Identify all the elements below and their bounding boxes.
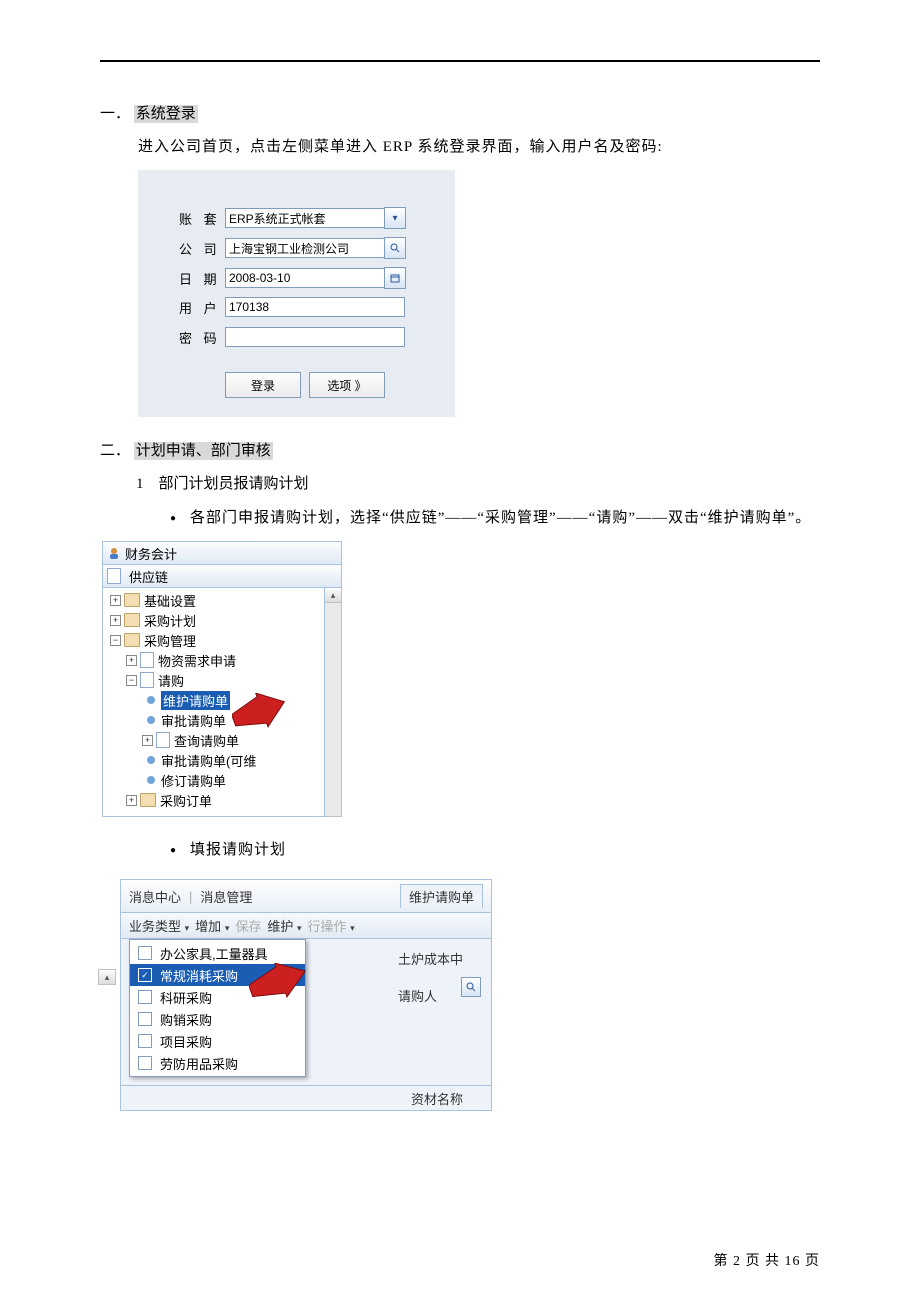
user-input[interactable] (225, 297, 405, 317)
label-date: 日 期 (179, 269, 225, 288)
person-icon (107, 546, 121, 560)
dd-item-regular[interactable]: ✓常规消耗采购 (130, 964, 305, 986)
dot-icon (147, 756, 155, 764)
tab-bar: 消息中心 | 消息管理 维护请购单 (120, 879, 492, 913)
checkbox-icon[interactable] (138, 990, 152, 1004)
label-user: 用 户 (179, 298, 225, 317)
bullet-1-text: 各部门申报请购计划，选择“供应链”——“采购管理”——“请购”——双击“维护请购… (190, 503, 820, 533)
password-input[interactable] (225, 327, 405, 347)
bullet-2-text: 填报请购计划 (190, 835, 820, 865)
toolbar-save: 保存 (235, 916, 261, 935)
tab-msg-mgmt[interactable]: 消息管理 (200, 887, 252, 906)
page-icon (140, 672, 154, 688)
checkbox-icon[interactable] (138, 1012, 152, 1026)
tree-node-revise-req[interactable]: 修订请购单 (103, 770, 324, 790)
biztype-dropdown-menu: 办公家具,工量器具 ✓常规消耗采购 科研采购 购销采购 项目采购 劳防用品采购 (129, 939, 306, 1077)
login-panel: 账 套 ▾ 公 司 日 期 用 户 密 码 登录 选项 (138, 170, 455, 417)
tree-node-purchase-mgmt[interactable]: − 采购管理 (103, 630, 324, 650)
collapse-icon[interactable]: − (110, 635, 121, 646)
search-icon[interactable] (384, 237, 406, 259)
tab-maintain-req[interactable]: 维护请购单 (400, 884, 483, 908)
folder-icon (124, 613, 140, 627)
nav-tree-panel: 财务会计 供应链 + 基础设置 + 采购计划 − (102, 541, 342, 817)
field-label-cost: 土炉成本中 (398, 949, 463, 968)
login-button[interactable]: 登录 (225, 372, 301, 398)
field-label-material: 资材名称 (411, 1089, 463, 1108)
footer-bar: 资材名称 (120, 1086, 492, 1111)
toolbar-rowop: 行操作 ▾ (308, 916, 355, 935)
tree-node-requisition[interactable]: − 请购 (103, 670, 324, 690)
tree-node-purchase-order[interactable]: + 采购订单 (103, 790, 324, 810)
label-password: 密 码 (179, 328, 225, 347)
checkbox-icon[interactable] (138, 946, 152, 960)
expand-icon[interactable]: + (110, 595, 121, 606)
section-2-title: 二． 计划申请、部门审核 (100, 439, 820, 460)
toolbar: 业务类型 ▾ 增加 ▾ 保存 维护 ▾ 行操作 ▾ (120, 913, 492, 939)
label-company: 公 司 (179, 239, 225, 258)
collapse-icon[interactable]: − (126, 675, 137, 686)
dot-icon (147, 716, 155, 724)
dd-item-project[interactable]: 项目采购 (130, 1030, 305, 1052)
options-button[interactable]: 选项 》 (309, 372, 385, 398)
tree-node-base[interactable]: + 基础设置 (103, 590, 324, 610)
account-select[interactable] (225, 208, 385, 228)
page-icon (156, 732, 170, 748)
scroll-up-icon[interactable]: ▴ (98, 969, 116, 985)
chevron-down-icon[interactable]: ▾ (384, 207, 406, 229)
search-icon[interactable] (461, 977, 481, 997)
dd-item-research[interactable]: 科研采购 (130, 986, 305, 1008)
toolbar-maintain[interactable]: 维护 ▾ (267, 916, 301, 935)
expand-icon[interactable]: + (126, 655, 137, 666)
tree-header-finance[interactable]: 财务会计 (102, 541, 342, 565)
company-input[interactable] (225, 238, 385, 258)
scroll-up-icon[interactable]: ▴ (325, 588, 341, 603)
dd-item-sale[interactable]: 购销采购 (130, 1008, 305, 1030)
section-1-paragraph: 进入公司首页，点击左侧菜单进入 ERP 系统登录界面，输入用户名及密码: (138, 135, 820, 156)
checkbox-icon[interactable] (138, 1056, 152, 1070)
page-icon (140, 652, 154, 668)
section-2-sub: 1 部门计划员报请购计划 (136, 472, 820, 493)
dot-icon (147, 696, 155, 704)
toolbar-biztype[interactable]: 业务类型 ▾ (129, 916, 189, 935)
folder-icon (124, 633, 140, 647)
scrollbar[interactable]: ▴ (325, 588, 342, 817)
folder-icon (140, 793, 156, 807)
dd-item-office[interactable]: 办公家具,工量器具 (130, 942, 305, 964)
checkbox-icon[interactable] (138, 1034, 152, 1048)
tree-node-material-req[interactable]: + 物资需求申请 (103, 650, 324, 670)
dropdown-panel: ▴ 消息中心 | 消息管理 维护请购单 业务类型 ▾ 增加 ▾ 保存 维护 ▾ … (102, 879, 492, 1111)
label-account: 账 套 (179, 209, 225, 228)
bullet-icon: ● (170, 841, 176, 865)
toolbar-add[interactable]: 增加 ▾ (195, 916, 229, 935)
expand-icon[interactable]: + (110, 615, 121, 626)
expand-icon[interactable]: + (142, 735, 153, 746)
tree-node-query-req[interactable]: + 查询请购单 (103, 730, 324, 750)
bullet-icon: ● (170, 509, 176, 533)
folder-icon (124, 593, 140, 607)
checkbox-checked-icon[interactable]: ✓ (138, 968, 152, 982)
field-label-requester: 请购人 (398, 986, 463, 1005)
tree-node-approve-req[interactable]: 审批请购单 (103, 710, 324, 730)
dot-icon (147, 776, 155, 784)
tree-node-maintain-req[interactable]: 维护请购单 (103, 690, 324, 710)
expand-icon[interactable]: + (126, 795, 137, 806)
section-1-title: 一． 系统登录 (100, 102, 820, 123)
page-icon (107, 568, 121, 584)
tree-node-plan[interactable]: + 采购计划 (103, 610, 324, 630)
tree-node-approve-maint[interactable]: 审批请购单(可维 (103, 750, 324, 770)
date-input[interactable] (225, 268, 385, 288)
tree-header-supply[interactable]: 供应链 (102, 565, 342, 588)
dd-item-labor[interactable]: 劳防用品采购 (130, 1052, 305, 1074)
calendar-icon[interactable] (384, 267, 406, 289)
page-number: 第 2 页 共 16 页 (714, 1250, 821, 1270)
tab-msg-center[interactable]: 消息中心 (129, 887, 181, 906)
